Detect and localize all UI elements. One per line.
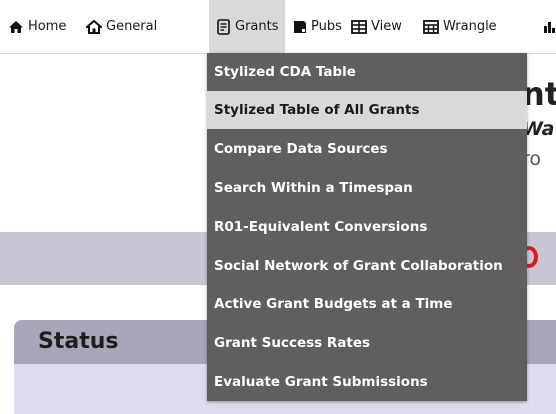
menu-item-r01-equivalent-conversions[interactable]: R01-Equivalent Conversions xyxy=(207,208,527,246)
nav-item-home[interactable]: Home xyxy=(4,0,70,53)
grants-dropdown-menu: Stylized CDA Table Stylized Table of All… xyxy=(207,53,527,401)
nav-item-grants[interactable]: Grants xyxy=(209,0,285,53)
app-window: nt Wa ro Status Home General Grants Pubs… xyxy=(0,0,556,414)
menu-item-compare-data-sources[interactable]: Compare Data Sources xyxy=(207,130,527,168)
book-icon xyxy=(293,20,307,34)
menu-item-evaluate-grant-submissions[interactable]: Evaluate Grant Submissions xyxy=(207,363,527,401)
nav-item-pubs[interactable]: Pubs xyxy=(289,0,346,53)
grid-icon xyxy=(423,19,439,34)
status-panel-title: Status xyxy=(38,329,119,354)
nav-item-label: View xyxy=(371,19,402,34)
nav-item-label: Pubs xyxy=(311,19,342,34)
menu-item-social-network-collaboration[interactable]: Social Network of Grant Collaboration xyxy=(207,247,527,285)
page-title-fragment: nt xyxy=(522,75,556,113)
document-icon xyxy=(217,18,231,35)
table-icon xyxy=(351,19,367,34)
nav-item-general[interactable]: General xyxy=(82,0,161,53)
menu-item-search-within-timespan[interactable]: Search Within a Timespan xyxy=(207,169,527,207)
nav-item-overflow[interactable] xyxy=(543,0,556,53)
chart-icon xyxy=(543,20,556,34)
house-icon xyxy=(86,19,102,34)
menu-item-stylized-cda-table[interactable]: Stylized CDA Table xyxy=(207,53,527,91)
menu-item-stylized-table-all-grants[interactable]: Stylized Table of All Grants xyxy=(207,91,527,129)
home-icon xyxy=(8,20,24,34)
menu-item-grant-success-rates[interactable]: Grant Success Rates xyxy=(207,324,527,362)
nav-item-label: Home xyxy=(28,19,67,34)
nav-item-label: Wrangle xyxy=(443,19,497,34)
menu-item-active-grant-budgets[interactable]: Active Grant Budgets at a Time xyxy=(207,285,527,323)
nav-item-wrangle[interactable]: Wrangle xyxy=(419,0,501,53)
nav-item-view[interactable]: View xyxy=(347,0,406,53)
top-navbar: Home General Grants Pubs View Wrangle xyxy=(0,0,556,54)
nav-item-label: General xyxy=(106,19,158,34)
nav-item-label: Grants xyxy=(235,19,279,34)
